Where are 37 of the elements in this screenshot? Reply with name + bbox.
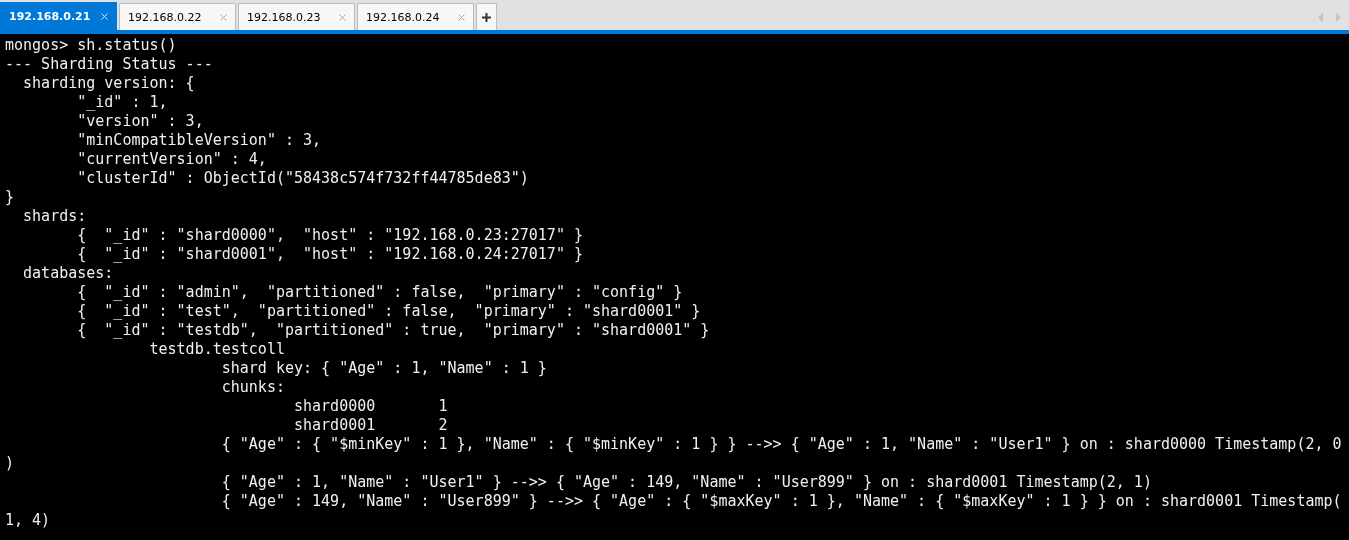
terminal-line: { "_id" : "shard0000", "host" : "192.168.0.23:27017" } — [76, 226, 583, 245]
terminal-tab[interactable]: 192.168.0.21 — [0, 2, 117, 30]
terminal-line: { "_id" : "admin", "partitioned" : false, "primary" : "config" } — [76, 283, 683, 302]
terminal-tab[interactable]: 192.168.0.24 — [357, 3, 474, 30]
plus-icon — [482, 12, 491, 22]
terminal-line: } — [5, 188, 15, 207]
close-icon[interactable] — [458, 13, 465, 21]
terminal-line: { "Age" : 1, "Name" : "User1" } -->> { "Age" : 149, "Name" : "User899" } on : shard0001 Timestamp(2, 1) — [220, 473, 1152, 492]
new-tab-button[interactable] — [476, 3, 497, 30]
terminal-line: shards: — [22, 207, 87, 226]
terminal-line: databases: — [22, 264, 114, 283]
terminal-tab[interactable]: 192.168.0.23 — [238, 3, 355, 30]
terminal-line: --- Sharding Status --- — [5, 55, 213, 74]
scroll-left-icon[interactable] — [1318, 13, 1323, 22]
scroll-right-icon[interactable] — [1336, 13, 1341, 22]
terminal-line: "_id" : 1, — [76, 93, 168, 112]
terminal-line: { "_id" : "shard0001", "host" : "192.168.0.24:27017" } — [76, 245, 583, 264]
terminal-tab[interactable]: 192.168.0.22 — [119, 3, 236, 30]
terminal-line: { "_id" : "test", "partitioned" : false, "primary" : "shard0001" } — [76, 302, 701, 321]
terminal-line: shard0001 2 — [293, 416, 448, 435]
terminal-line: { "_id" : "testdb", "partitioned" : true, "primary" : "shard0001" } — [76, 321, 710, 340]
terminal-line: shard key: { "Age" : 1, "Name" : 1 } — [220, 359, 547, 378]
terminal-line: { "Age" : 149, "Name" : "User899" } -->> { "Age" : { "$maxKey" : 1 }, "Name" : { "$maxKey" : 1 } } on : shard0001 Timestamp( — [220, 492, 1342, 511]
terminal-line: "version" : 3, — [76, 112, 204, 131]
terminal-line: { "Age" : { "$minKey" : 1 }, "Name" : { "$minKey" : 1 } } -->> { "Age" : 1, "Name" : "User1" } on : shard0000 Timestamp(2, 0 — [220, 435, 1342, 454]
terminal-line: chunks: — [220, 378, 285, 397]
terminal-line: shard0000 1 — [293, 397, 448, 416]
terminal-line: 1, 4) — [5, 511, 51, 530]
close-icon[interactable] — [220, 13, 227, 21]
terminal-line: sharding version: { — [22, 74, 195, 93]
terminal-line: "currentVersion" : 4, — [76, 150, 267, 169]
terminal-line: "minCompatibleVersion" : 3, — [76, 131, 322, 150]
terminal-line: ) — [5, 454, 15, 473]
close-icon[interactable] — [339, 13, 346, 21]
terminal-line: "clusterId" : ObjectId("58438c574f732ff44785de83") — [76, 169, 529, 188]
terminal-line: mongos> sh.status() — [5, 36, 177, 55]
terminal-line: testdb.testcoll — [148, 340, 285, 359]
